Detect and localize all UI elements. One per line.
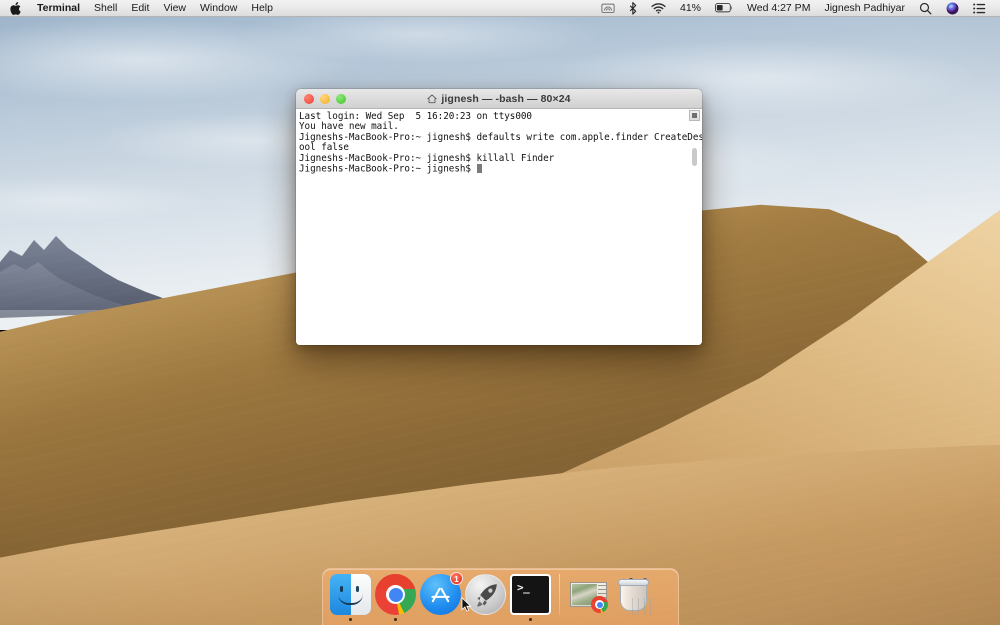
list-icon[interactable] [966,0,993,17]
finder-icon [330,574,371,615]
running-indicator [394,618,397,621]
bluetooth-icon[interactable] [622,0,644,17]
vertical-scrollbar[interactable] [689,110,700,342]
terminal-body[interactable]: Last login: Wed Sep 5 16:20:23 on ttys00… [296,109,702,345]
dock: 1 [322,568,679,625]
terminal-output: Last login: Wed Sep 5 16:20:23 on ttys00… [299,112,702,175]
trash-icon [613,574,654,615]
launchpad-icon [465,574,506,615]
menu-bar-app-menus: Terminal Shell Edit View Window Help [0,0,280,17]
apple-logo-icon[interactable] [0,2,30,15]
running-indicator [529,618,532,621]
siri-icon[interactable] [939,0,966,17]
running-indicator [349,618,352,621]
terminal-window[interactable]: jignesh — -bash — 80×24 Last login: Wed … [296,89,702,345]
dock-separator [559,574,560,615]
chrome-icon [375,574,416,615]
menu-item-view[interactable]: View [156,0,193,17]
terminal-line: Jigneshs-MacBook-Pro:~ jignesh$ [299,164,702,175]
downloads-stack-icon [568,574,609,615]
dock-item-launchpad[interactable] [465,574,506,621]
home-icon [427,94,437,104]
dock-item-chrome[interactable] [375,574,416,621]
menu-item-shell[interactable]: Shell [87,0,124,17]
terminal-title-text: jignesh — -bash — 80×24 [441,93,570,105]
search-icon[interactable] [912,0,939,17]
window-traffic-lights [296,94,346,104]
scrollbar-cap[interactable] [689,110,700,121]
dock-item-terminal[interactable]: >_ [510,574,551,621]
terminal-title: jignesh — -bash — 80×24 [296,93,702,105]
terminal-icon: >_ [510,574,551,615]
terminal-cursor [477,164,482,173]
menu-item-terminal[interactable]: Terminal [30,0,87,17]
menu-bar-username[interactable]: Jignesh Padhiyar [817,0,912,17]
battery-icon[interactable] [708,0,740,17]
zoom-button[interactable] [336,94,346,104]
wifi-icon[interactable] [644,0,673,17]
dock-item-appstore[interactable]: 1 [420,574,461,621]
menu-bar-status-items: 41% Wed 4:27 PM Jignesh Padhiyar [594,0,1000,17]
dock-item-downloads-stack[interactable] [568,574,609,621]
dock-item-trash[interactable] [613,574,654,621]
menu-item-edit[interactable]: Edit [124,0,156,17]
menu-bar-clock[interactable]: Wed 4:27 PM [740,0,817,17]
terminal-line: Jigneshs-MacBook-Pro:~ jignesh$ killall … [299,154,702,164]
screen-mirroring-icon[interactable] [594,0,622,17]
mouse-cursor-icon [461,597,472,612]
terminal-titlebar[interactable]: jignesh — -bash — 80×24 [296,89,702,109]
app-store-icon: 1 [420,574,461,615]
menu-item-window[interactable]: Window [193,0,244,17]
menu-item-help[interactable]: Help [244,0,280,17]
battery-percent-label: 41% [673,0,708,17]
desktop-screen: Terminal Shell Edit View Window Help [0,0,1000,625]
badge-count: 1 [450,572,463,585]
scrollbar-thumb[interactable] [692,148,697,166]
minimize-button[interactable] [320,94,330,104]
close-button[interactable] [304,94,314,104]
menu-bar: Terminal Shell Edit View Window Help [0,0,1000,17]
terminal-line: Jigneshs-MacBook-Pro:~ jignesh$ defaults… [299,133,702,143]
dock-item-finder[interactable] [330,574,371,621]
